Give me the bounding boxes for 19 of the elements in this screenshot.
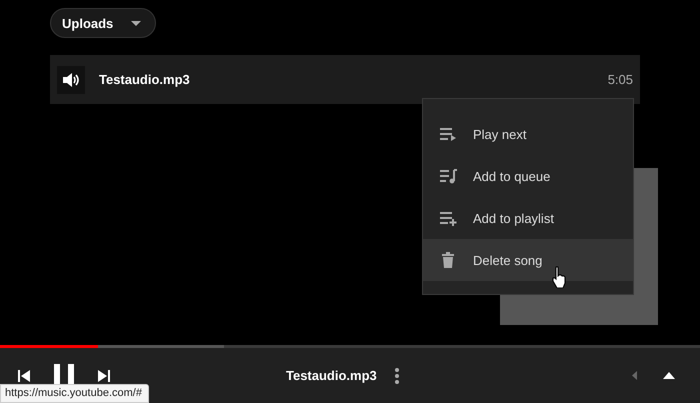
status-url: https://music.youtube.com/# bbox=[0, 384, 149, 403]
queue-icon bbox=[439, 168, 457, 184]
play-next-icon bbox=[439, 126, 457, 142]
trash-icon bbox=[439, 252, 457, 268]
song-duration: 5:05 bbox=[608, 72, 633, 87]
more-options-button[interactable] bbox=[394, 368, 399, 384]
menu-item[interactable]: Delete song bbox=[423, 239, 633, 281]
uploads-dropdown[interactable]: Uploads bbox=[50, 8, 156, 38]
song-title: Testaudio.mp3 bbox=[99, 72, 191, 87]
caret-icon bbox=[131, 20, 142, 26]
song-row[interactable]: Testaudio.mp3 5:05 bbox=[50, 55, 640, 104]
next-button[interactable] bbox=[98, 370, 110, 382]
hand-cursor-icon bbox=[552, 266, 566, 288]
now-playing-title: Testaudio.mp3 bbox=[286, 368, 377, 383]
speaker-icon bbox=[63, 72, 79, 86]
expand-button[interactable] bbox=[663, 372, 675, 379]
progress-track[interactable] bbox=[0, 345, 700, 348]
playlist-add-icon bbox=[439, 210, 457, 226]
previous-button[interactable] bbox=[18, 370, 30, 382]
